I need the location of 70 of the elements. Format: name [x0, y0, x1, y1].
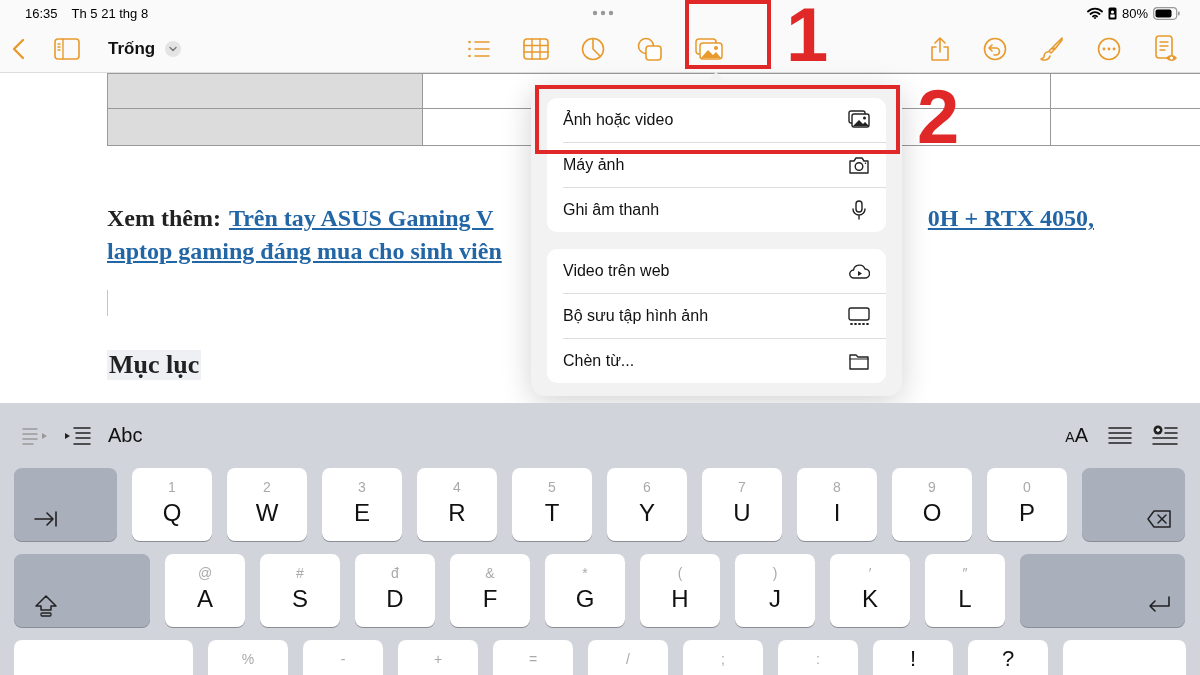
battery-percentage: 80%: [1121, 5, 1148, 21]
menu-item[interactable]: Ghi âm thanh: [563, 188, 886, 232]
delete-key[interactable]: [1082, 468, 1185, 541]
sidebar-icon[interactable]: [54, 38, 80, 60]
menu-item[interactable]: Ảnh hoặc video: [563, 98, 886, 143]
document-title[interactable]: Trống: [108, 39, 156, 59]
article-link[interactable]: 0H + RTX 4050,: [927, 202, 1094, 235]
battery-icon: [1153, 6, 1180, 20]
keyboard-key[interactable]: !: [873, 640, 953, 675]
keyboard-key[interactable]: 0 P: [987, 468, 1067, 541]
keyboard-key[interactable]: 4 R: [417, 468, 497, 541]
step-number: 2: [917, 82, 960, 152]
gallery-icon: [848, 306, 870, 326]
status-date: Th 5 21 thg 8: [71, 5, 149, 21]
menu-item[interactable]: Máy ảnh: [563, 143, 886, 188]
document-heading: Mục lục: [107, 350, 202, 380]
keyboard-key[interactable]: @ A: [165, 554, 245, 627]
indent-icon[interactable]: [64, 425, 92, 446]
menu-item[interactable]: Video trên web: [563, 249, 886, 294]
keyboard-key[interactable]: 2 W: [227, 468, 307, 541]
keyboard-key[interactable]: ( H: [640, 554, 720, 627]
outdent-icon[interactable]: [22, 425, 48, 446]
multitasking-dots-icon[interactable]: [591, 10, 614, 16]
back-icon[interactable]: [12, 38, 26, 60]
pie-chart-icon[interactable]: [581, 37, 605, 61]
lock-rotation-icon: [1107, 6, 1117, 20]
text-cursor: [107, 290, 108, 316]
article-link[interactable]: Trên tay ASUS Gaming V: [228, 202, 494, 235]
shift-icon: [34, 595, 58, 617]
text-size-button[interactable]: AA: [1065, 424, 1088, 447]
more-icon[interactable]: [1097, 37, 1121, 61]
paintbrush-icon[interactable]: [1040, 36, 1064, 62]
menu-item[interactable]: Chèn từ...: [563, 339, 886, 383]
delete-icon: [1147, 509, 1171, 531]
keyboard-key[interactable]: ) J: [735, 554, 815, 627]
keyboard-key[interactable]: * G: [545, 554, 625, 627]
keyboard-key[interactable]: 6 Y: [607, 468, 687, 541]
wifi-icon: [1086, 7, 1103, 19]
keyboard-key[interactable]: ″ L: [925, 554, 1005, 627]
list-icon[interactable]: [467, 39, 491, 59]
keyboard-key[interactable]: 1 Q: [132, 468, 212, 541]
status-time: 16:35: [25, 5, 58, 21]
document-view-icon[interactable]: [1154, 35, 1178, 63]
keyboard-key[interactable]: 7 U: [702, 468, 782, 541]
table-icon[interactable]: [523, 38, 549, 60]
step-number: 1: [786, 0, 829, 70]
photo-icon[interactable]: [695, 38, 723, 60]
shapes-icon[interactable]: [637, 37, 663, 61]
keyboard-key[interactable]: & F: [450, 554, 530, 627]
article-link[interactable]: laptop gaming đáng mua cho sinh viên: [107, 235, 502, 268]
camera-icon: [848, 155, 870, 175]
dropdown-icon[interactable]: [165, 41, 182, 57]
keyboard-key[interactable]: ′ K: [830, 554, 910, 627]
see-also-label: Xem thêm:: [107, 204, 221, 233]
keyboard-key[interactable]: 5 T: [512, 468, 592, 541]
align-icon[interactable]: [1108, 425, 1132, 446]
keyboard-key[interactable]: 3 E: [322, 468, 402, 541]
keyboard-key[interactable]: 8 I: [797, 468, 877, 541]
folder-icon: [848, 351, 870, 371]
keyboard-key[interactable]: # S: [260, 554, 340, 627]
share-icon[interactable]: [930, 36, 950, 62]
menu-item[interactable]: Bộ sưu tập hình ảnh: [563, 294, 886, 339]
keyboard-key[interactable]: ?: [968, 640, 1048, 675]
insert-list-icon[interactable]: [1152, 424, 1178, 447]
cloud-play-icon: [848, 261, 870, 281]
undo-icon[interactable]: [983, 37, 1007, 61]
style-button[interactable]: Abc: [108, 424, 143, 447]
keyboard-key[interactable]: 9 O: [892, 468, 972, 541]
keyboard-key[interactable]: đ D: [355, 554, 435, 627]
photo-icon: [848, 110, 870, 130]
